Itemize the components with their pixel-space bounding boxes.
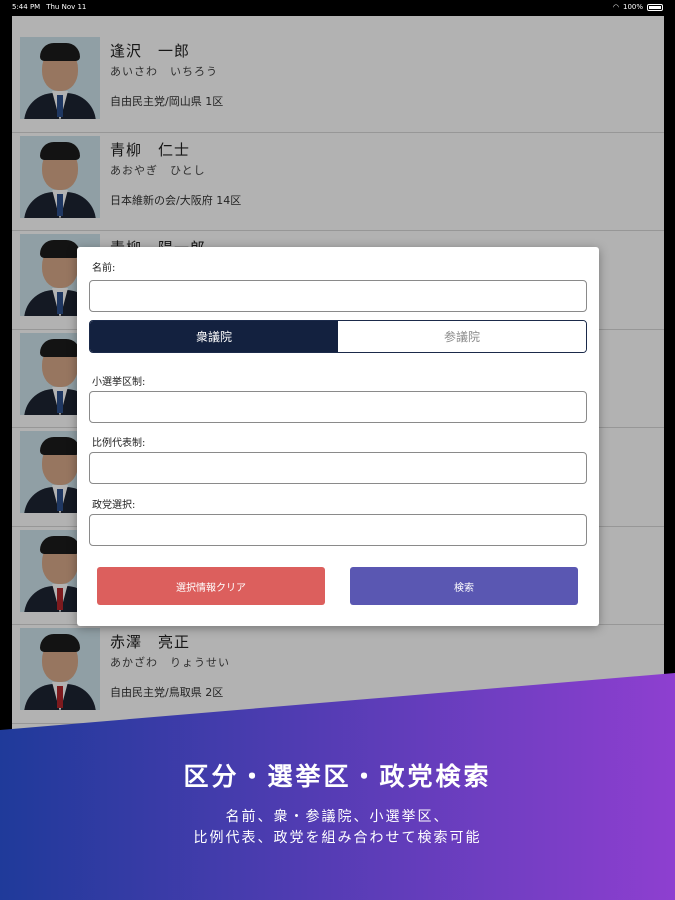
status-bar: 5:44 PM Thu Nov 11 ◠ 100% (0, 0, 675, 14)
status-date: Thu Nov 11 (46, 3, 87, 11)
search-button[interactable]: 検索 (350, 567, 578, 605)
search-dialog: 名前: 衆議院 参議院 小選挙区制: 比例代表制: 政党選択: 選択情報クリア … (77, 247, 599, 626)
party-select[interactable] (89, 514, 587, 546)
name-input[interactable] (89, 280, 587, 312)
party-label: 政党選択: (92, 500, 136, 511)
battery-percent: 100% (622, 3, 643, 11)
name-label: 名前: (92, 263, 116, 274)
proportional-select[interactable] (89, 452, 587, 484)
promo-line-1: 名前、衆・参議院、小選挙区、 (225, 809, 450, 825)
district-label: 小選挙区制: (92, 377, 146, 388)
house-selector: 衆議院 参議院 (89, 320, 587, 353)
battery-icon (647, 3, 663, 11)
proportional-label: 比例代表制: (92, 438, 146, 449)
promo-line-2: 比例代表、政党を組み合わせて検索可能 (193, 830, 482, 846)
promo-subtitle: 名前、衆・参議院、小選挙区、 比例代表、政党を組み合わせて検索可能 (0, 807, 675, 849)
wifi-icon: ◠ (612, 3, 619, 11)
clear-selection-button[interactable]: 選択情報クリア (97, 567, 325, 605)
app-screenshot: 5:44 PM Thu Nov 11 ◠ 100% 逢沢 一郎 あいさわ いちろう… (0, 0, 675, 900)
tab-upper-house[interactable]: 参議院 (338, 321, 586, 352)
promo-title: 区分・選挙区・政党検索 (183, 762, 492, 791)
tab-lower-house[interactable]: 衆議院 (90, 321, 338, 352)
district-select[interactable] (89, 391, 587, 423)
status-time: 5:44 PM (12, 3, 41, 11)
